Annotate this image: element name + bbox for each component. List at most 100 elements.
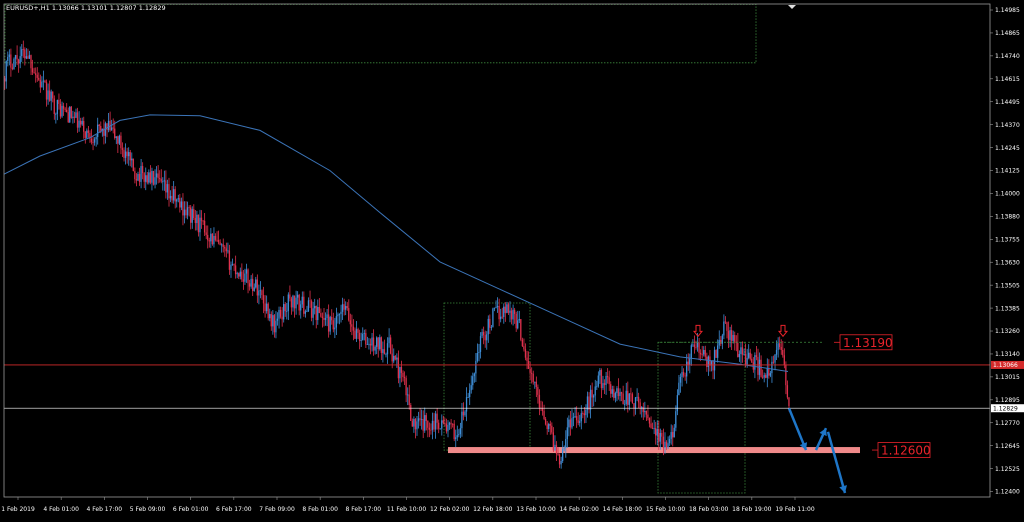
candle-body	[456, 435, 458, 438]
candle-body	[371, 337, 373, 346]
candle-body	[329, 317, 331, 332]
candle-body	[520, 319, 522, 340]
price-chart[interactable]: 1.131901.126001.130661.12829 1.149851.14…	[0, 0, 1024, 522]
candle-body	[315, 305, 317, 321]
candle-body	[58, 99, 60, 104]
candle-body	[298, 294, 300, 311]
candle-body	[760, 359, 762, 377]
candle-body	[193, 209, 195, 219]
candle-body	[176, 199, 178, 202]
candle-body	[357, 329, 359, 333]
candle-body	[780, 346, 782, 351]
candle-body	[676, 395, 678, 412]
candle-body	[75, 112, 77, 118]
candle-body	[279, 309, 282, 317]
candle-body	[651, 427, 654, 429]
candle-body	[143, 173, 145, 182]
candle-body	[320, 313, 322, 317]
candle-body	[500, 316, 502, 320]
x-tick-label: 6 Feb 01:00	[173, 506, 209, 513]
candle-body	[76, 112, 79, 128]
axes: 1.14985 1.14865 1.14740 1.14615 1.14495 1.143…	[1, 3, 1020, 513]
support-band	[448, 447, 860, 454]
x-tick-label: 12 Feb 18:00	[473, 506, 513, 513]
candle-body	[335, 316, 337, 328]
candle-body	[455, 437, 457, 440]
candle-body	[577, 420, 579, 423]
candle-body	[56, 99, 58, 114]
y-tick-label: 1.14495	[995, 99, 1020, 106]
candle-body	[627, 390, 629, 405]
candle-body	[678, 382, 680, 396]
candle-body	[100, 126, 102, 131]
candle-body	[369, 343, 372, 346]
candle-body	[264, 303, 266, 312]
candle-body	[244, 273, 246, 282]
candle-body	[45, 82, 48, 100]
candle-body	[35, 73, 37, 75]
candle-body	[580, 413, 582, 422]
candle-body	[400, 367, 403, 373]
candle-body	[755, 355, 758, 357]
candle-body	[693, 344, 696, 348]
candle-body	[410, 405, 412, 421]
y-tick-label: 1.13755	[995, 237, 1020, 244]
candle-body	[256, 279, 258, 296]
candle-body	[492, 308, 494, 327]
candle-body	[7, 56, 9, 61]
candle-body	[586, 396, 589, 410]
candle-body	[766, 367, 768, 378]
x-tick-label: 1 Feb 2019	[1, 506, 35, 513]
candle-body	[174, 189, 176, 202]
forecast-arrow-shaft	[826, 431, 847, 494]
candle-body	[554, 444, 556, 451]
candle-body	[436, 413, 438, 423]
candle-body	[78, 120, 80, 128]
candle-body	[295, 297, 297, 309]
candle-body	[447, 425, 449, 432]
candle-body	[737, 342, 739, 358]
red-price-tag-label: 1.13066	[993, 362, 1018, 369]
candle-body	[495, 307, 497, 308]
candle-body	[529, 368, 531, 373]
candle-body	[151, 170, 153, 183]
candle-body	[17, 59, 20, 64]
candle-body	[309, 300, 311, 302]
candle-body	[620, 392, 623, 394]
candle-body	[159, 178, 161, 180]
candle-body	[704, 349, 706, 357]
candle-body	[115, 136, 117, 138]
candle-body	[775, 349, 778, 355]
candle-body	[24, 49, 26, 59]
candle-body	[382, 349, 384, 353]
candle-body	[670, 432, 672, 439]
price-lines: 1.13190 1.12600 1.13066 1.12829	[4, 334, 1024, 458]
candle-body	[217, 240, 220, 243]
candle-body	[631, 394, 634, 404]
candle-body	[340, 311, 342, 314]
candle-body	[39, 79, 41, 88]
candle-body	[565, 439, 567, 448]
candle-body	[366, 344, 368, 345]
candle-body	[664, 441, 666, 448]
candle-body	[662, 436, 665, 448]
candle-body	[606, 375, 609, 378]
candle-body	[248, 283, 251, 287]
candle-body	[712, 360, 714, 371]
candle-body	[763, 375, 765, 378]
candle-body	[465, 397, 468, 412]
candle-body	[783, 355, 785, 365]
candle-body	[224, 246, 226, 249]
candle-body	[273, 315, 275, 333]
x-tick-label: 13 Feb 10:00	[516, 506, 556, 513]
candle-body	[727, 330, 730, 340]
candle-body	[636, 396, 638, 398]
candle-body	[146, 175, 148, 183]
candle-body	[117, 136, 119, 144]
candle-body	[698, 342, 700, 353]
candle-body	[290, 298, 293, 308]
candle-body	[61, 105, 63, 117]
candle-body	[148, 172, 150, 183]
candle-body	[748, 352, 750, 358]
candle-body	[90, 138, 93, 143]
